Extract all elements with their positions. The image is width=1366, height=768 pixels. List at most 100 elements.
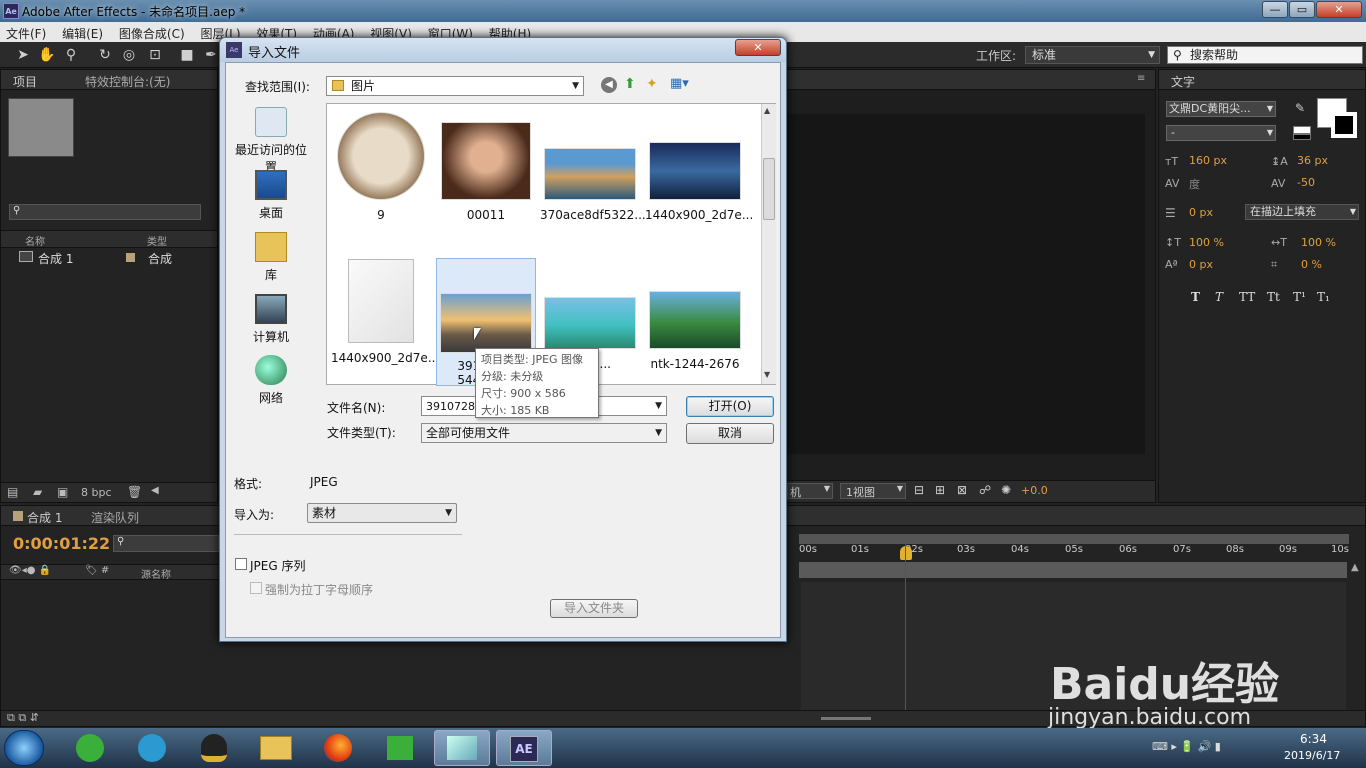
scroll-up-icon[interactable]: ▲ — [764, 106, 770, 115]
taskbar-app[interactable] — [372, 730, 428, 766]
workspace-select[interactable]: 标准 ▼ — [1025, 46, 1160, 64]
toggle-pixel-aspect-icon[interactable]: ⊟ — [914, 483, 924, 497]
force-alpha-checkbox[interactable] — [250, 582, 262, 594]
horizontal-scale-value[interactable]: 100 % — [1301, 236, 1336, 249]
eyedropper-icon[interactable]: ✎ — [1295, 101, 1305, 115]
vertical-scale-value[interactable]: 100 % — [1189, 236, 1224, 249]
pen-tool-icon[interactable]: ✒ — [202, 46, 220, 64]
file-list-scrollbar[interactable]: ▲ ▼ — [761, 104, 776, 384]
comp-duration-bar[interactable] — [799, 562, 1347, 578]
timeline-icon[interactable]: ⊠ — [957, 483, 967, 497]
place-network[interactable]: 网络 — [231, 355, 311, 406]
close-window-button[interactable]: ✕ — [1316, 1, 1362, 18]
import-as-select[interactable]: 素材 ▼ — [307, 503, 457, 523]
font-family-select[interactable]: 文鼎DC黄阳尖... ▼ — [1166, 101, 1276, 117]
playhead-line[interactable] — [905, 536, 906, 716]
rotate-tool-icon[interactable]: ↻ — [96, 46, 114, 64]
camera-select[interactable]: 机 ▼ — [787, 483, 833, 499]
bit-depth-label[interactable]: 8 bpc — [81, 486, 112, 499]
tab-render-queue[interactable]: 渲染队列 — [91, 509, 139, 526]
camera-tool-icon[interactable]: ◎ — [120, 46, 138, 64]
file-item[interactable]: ntk-1244-2676 — [645, 259, 745, 371]
taskbar-app-after-effects[interactable]: AE — [496, 730, 552, 766]
tab-composition[interactable]: 合成 1 — [27, 509, 62, 526]
timeline-switches-icon[interactable]: ⧉ ⧉ ⇵ — [7, 711, 39, 725]
taskbar-app[interactable] — [310, 730, 366, 766]
start-button[interactable] — [4, 730, 44, 766]
clock-date[interactable]: 2019/6/17 — [1284, 749, 1340, 762]
font-size-value[interactable]: 160 px — [1189, 154, 1227, 167]
faux-italic-button[interactable]: T — [1215, 290, 1223, 304]
view-layout-select[interactable]: 1视图 ▼ — [840, 483, 906, 499]
file-item[interactable]: 00011 — [436, 112, 536, 222]
work-area-bar[interactable] — [799, 534, 1349, 544]
taskbar-app[interactable] — [434, 730, 490, 766]
exposure-value[interactable]: +0.0 — [1021, 484, 1048, 497]
file-item[interactable]: 1440x900_2d7e... — [331, 259, 439, 365]
all-caps-button[interactable]: TT — [1239, 290, 1255, 304]
file-item[interactable]: 370ace8df5322... — [540, 112, 646, 222]
new-folder-icon[interactable]: ▰ — [33, 485, 42, 499]
faux-bold-button[interactable]: T — [1191, 290, 1200, 304]
place-libraries[interactable]: 库 — [231, 232, 311, 283]
white-swatch[interactable] — [1293, 126, 1311, 134]
tray-icons[interactable]: ⌨ ▸ 🔋 🔊 ▮ — [1152, 740, 1221, 753]
new-composition-icon[interactable]: ▣ — [57, 485, 68, 499]
project-item-name[interactable]: 合成 1 — [38, 250, 73, 267]
project-search-input[interactable]: ⚲ — [9, 204, 201, 220]
minimize-button[interactable]: — — [1262, 1, 1288, 18]
subscript-button[interactable]: T₁ — [1317, 290, 1330, 304]
filetype-select[interactable]: 全部可使用文件 ▼ — [421, 423, 667, 443]
up-folder-icon[interactable]: ⬆ — [624, 76, 636, 92]
superscript-button[interactable]: T¹ — [1293, 290, 1306, 304]
source-name-column[interactable]: 源名称 — [141, 566, 171, 581]
selection-tool-icon[interactable]: ➤ — [14, 46, 32, 64]
zoom-slider[interactable] — [821, 717, 871, 720]
scrollbar-thumb[interactable] — [763, 158, 775, 220]
playhead-handle[interactable] — [900, 546, 912, 560]
fast-previews-icon[interactable]: ⊞ — [935, 483, 945, 497]
menu-composition[interactable]: 图像合成(C) — [113, 22, 191, 42]
font-style-select[interactable]: - ▼ — [1166, 125, 1276, 141]
lookin-select[interactable]: 图片 ▼ — [326, 76, 584, 96]
stroke-color-swatch[interactable] — [1331, 112, 1357, 138]
scroll-down-icon[interactable]: ▼ — [764, 370, 770, 379]
column-name[interactable]: 名称 — [25, 233, 45, 248]
label-color-swatch[interactable] — [126, 253, 135, 262]
import-folder-button[interactable]: 导入文件夹 — [550, 599, 638, 618]
column-type[interactable]: 类型 — [147, 233, 167, 248]
place-desktop[interactable]: 桌面 — [231, 170, 311, 221]
stroke-mode-select[interactable]: 在描边上填充 ▼ — [1245, 204, 1359, 220]
interpret-footage-icon[interactable]: ▤ — [7, 485, 18, 499]
place-recent[interactable]: 最近访问的位置 — [231, 107, 311, 175]
place-computer[interactable]: 计算机 — [231, 294, 311, 345]
tracking-value[interactable]: -50 — [1297, 176, 1315, 189]
help-search-input[interactable]: ⚲ 搜索帮助 — [1167, 46, 1363, 64]
leading-value[interactable]: 36 px — [1297, 154, 1328, 167]
composition-canvas[interactable] — [787, 114, 1145, 454]
pan-behind-tool-icon[interactable]: ⊡ — [146, 46, 164, 64]
taskbar-app[interactable] — [62, 730, 118, 766]
taskbar-app[interactable] — [186, 730, 242, 766]
zoom-tool-icon[interactable]: ⚲ — [62, 46, 80, 64]
hand-tool-icon[interactable]: ✋ — [38, 46, 56, 64]
menu-file[interactable]: 文件(F) — [0, 22, 52, 42]
jpeg-sequence-checkbox[interactable] — [235, 558, 247, 570]
stroke-width-value[interactable]: 0 px — [1189, 206, 1213, 219]
tab-project[interactable]: 项目 — [13, 73, 37, 90]
current-timecode[interactable]: 0:00:01:22 — [13, 534, 110, 553]
open-button[interactable]: 打开(O) — [686, 396, 774, 417]
back-icon[interactable]: ◀ — [601, 77, 617, 93]
time-ruler[interactable]: 00s 01s 02s 03s 04s 05s 06s 07s 08s 09s … — [799, 544, 1349, 562]
scroll-up-icon[interactable]: ▲ — [1351, 562, 1359, 573]
clock-time[interactable]: 6:34 — [1300, 732, 1327, 746]
small-caps-button[interactable]: Tt — [1267, 290, 1280, 304]
view-menu-icon[interactable]: ▦▾ — [670, 76, 689, 91]
scroll-left-icon[interactable]: ◀ — [151, 485, 159, 496]
taskbar-app[interactable] — [124, 730, 180, 766]
dialog-close-button[interactable]: ✕ — [735, 39, 781, 56]
tab-character[interactable]: 文字 — [1171, 73, 1195, 90]
black-swatch[interactable] — [1293, 134, 1311, 140]
taskbar-app[interactable] — [248, 730, 304, 766]
rectangle-tool-icon[interactable]: ■ — [178, 46, 196, 64]
